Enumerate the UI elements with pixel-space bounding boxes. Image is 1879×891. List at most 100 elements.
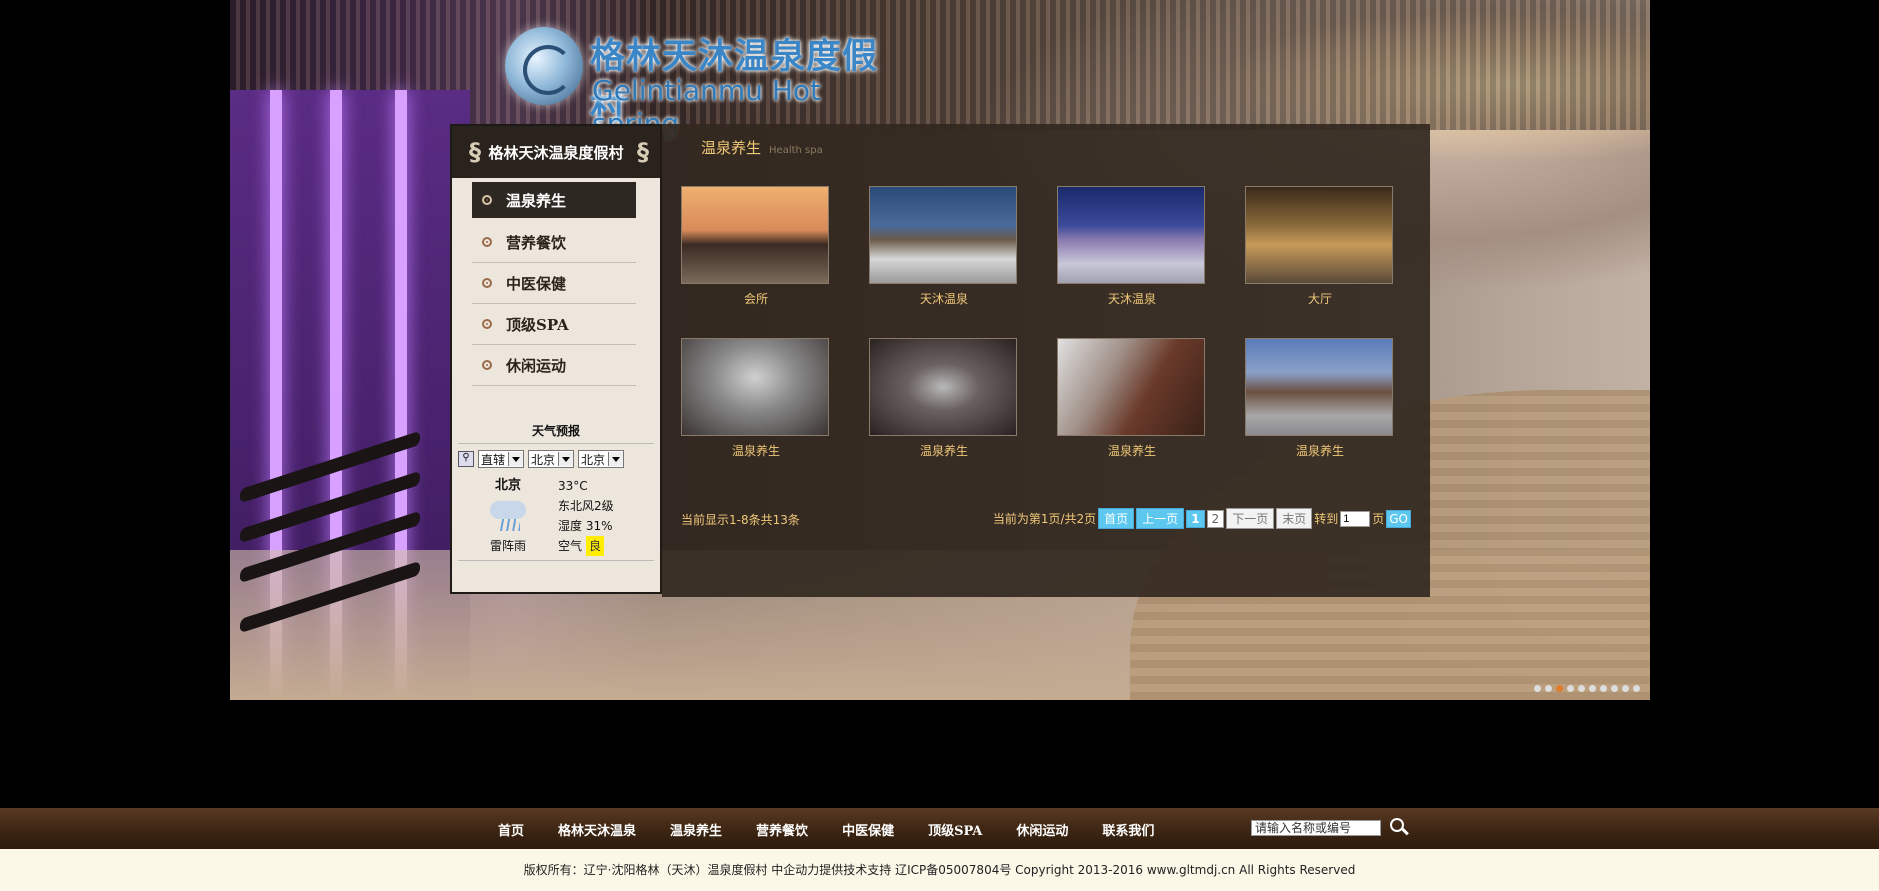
footer: 版权所有：辽宁·沈阳格林（天沐）温泉度假村 中企动力提供技术支持 辽ICP备05… [0,849,1879,891]
slider-dot[interactable] [1611,685,1618,692]
go-button[interactable]: GO [1386,509,1411,528]
ornament-icon: § [637,138,649,166]
nav-link-home[interactable]: 首页 [498,820,524,839]
weather-widget: 天气预报 ⚲ 直辖 北京 北京 北京 雷阵雨 33°C 东北风2级 湿度 31%… [458,422,654,561]
gallery-caption[interactable]: 大厅 [1245,290,1395,307]
air-quality-badge: 良 [586,536,605,556]
chevron-down-icon [608,452,624,466]
weather-air: 空气良 [558,536,614,556]
gallery-caption[interactable]: 温泉养生 [681,442,831,459]
gallery-caption[interactable]: 温泉养生 [869,442,1019,459]
next-page-button[interactable]: 下一页 [1226,508,1275,529]
slider-dot[interactable] [1578,685,1585,692]
content-subtitle: Health spa [769,145,823,156]
sidebar-item-leisure[interactable]: 休闲运动 [472,345,636,386]
slider-dot[interactable] [1545,685,1552,692]
pager-info: 当前显示1-8条共13条 [681,513,800,527]
bottom-navbar: 首页 格林天沐温泉 温泉养生 营养餐饮 中医保健 顶级SPA 休闲运动 联系我们… [0,808,1879,849]
sidebar: § 格林天沐温泉度假村 § 温泉养生 营养餐饮 中医保健 顶级SPA 休闲运动 … [450,124,662,594]
nav-link-leisure[interactable]: 休闲运动 [1016,820,1068,839]
gallery-thumbnail[interactable] [869,338,1017,436]
weather-title: 天气预报 [458,422,654,444]
search-icon[interactable]: ⚲ [458,451,474,467]
goto-label: 转到 [1314,512,1339,526]
gallery-thumbnail[interactable] [869,186,1017,284]
gallery-caption[interactable]: 温泉养生 [1057,442,1207,459]
nav-link-gelin[interactable]: 格林天沐温泉 [558,820,636,839]
sidebar-item-label: 休闲运动 [506,356,567,375]
weather-humidity: 湿度 31% [558,519,613,533]
weather-wind: 东北风2级 [558,499,614,513]
sidebar-item-hot-spring[interactable]: 温泉养生 [472,182,636,218]
slider-dots[interactable] [1534,685,1640,692]
sidebar-item-label: 顶级SPA [506,315,569,334]
weather-body: 北京 雷阵雨 33°C 东北风2级 湿度 31% 空气良 [458,474,654,561]
weather-left: 北京 雷阵雨 [458,474,558,556]
page-1-button[interactable]: 1 [1186,509,1205,528]
gallery-caption[interactable]: 天沐温泉 [869,290,1019,307]
weather-right: 33°C 东北风2级 湿度 31% 空气良 [558,474,614,556]
sidebar-item-spa[interactable]: 顶级SPA [472,304,636,345]
chevron-down-icon [558,452,574,466]
search-icon[interactable] [1390,818,1410,838]
nav-links: 首页 格林天沐温泉 温泉养生 营养餐饮 中医保健 顶级SPA 休闲运动 联系我们 [498,820,1188,839]
chevron-down-icon [508,452,524,466]
sidebar-item-tcm[interactable]: 中医保健 [472,263,636,304]
gallery-item[interactable]: 温泉养生 [1057,338,1207,459]
gallery-item[interactable]: 天沐温泉 [869,186,1019,307]
province-select[interactable]: 直辖 [478,450,525,468]
slider-dot[interactable] [1589,685,1596,692]
slider-dot[interactable] [1622,685,1629,692]
slider-dot[interactable] [1633,685,1640,692]
gallery-thumbnail[interactable] [1245,186,1393,284]
sidebar-item-label: 中医保健 [506,274,567,293]
weather-condition: 雷阵雨 [489,539,526,553]
gallery-item[interactable]: 大厅 [1245,186,1395,307]
site-logo[interactable]: 格林天沐温泉度假村 Gelintianmu Hot spring [505,22,885,140]
gallery-item[interactable]: 会所 [681,186,831,307]
nav-link-dining[interactable]: 营养餐饮 [756,820,808,839]
gallery-caption[interactable]: 温泉养生 [1245,442,1395,459]
bullet-icon [482,195,492,205]
thunderstorm-icon [486,497,530,533]
gallery-item[interactable]: 温泉养生 [1245,338,1395,459]
slider-dot[interactable] [1567,685,1574,692]
last-page-button[interactable]: 末页 [1276,508,1313,529]
search-input[interactable]: 请输入名称或编号 [1251,820,1381,836]
nav-link-tcm[interactable]: 中医保健 [842,820,894,839]
nav-link-hot-spring[interactable]: 温泉养生 [670,820,722,839]
pagination: 当前为第1页/共2页 首页 上一页 1 2 下一页 末页 转到 页 GO [993,508,1411,529]
bench [240,420,430,690]
weather-selects: ⚲ 直辖 北京 北京 [458,450,654,468]
gallery-item[interactable]: 温泉养生 [681,338,831,459]
city-select[interactable]: 北京 [528,450,575,468]
bullet-icon [482,278,492,288]
slider-dot[interactable] [1600,685,1607,692]
pager-current: 当前为第1页/共2页 [992,512,1097,526]
gallery-item[interactable]: 天沐温泉 [1057,186,1207,307]
slider-dot[interactable] [1534,685,1541,692]
sidebar-header: § 格林天沐温泉度假村 § [452,126,660,178]
nav-link-contact[interactable]: 联系我们 [1102,820,1154,839]
slider-dot-active[interactable] [1556,685,1563,692]
sidebar-menu: 温泉养生 营养餐饮 中医保健 顶级SPA 休闲运动 [472,182,636,386]
weather-temp: 33°C [558,479,588,493]
gallery-thumbnail[interactable] [1057,338,1205,436]
prev-page-button[interactable]: 上一页 [1136,508,1185,529]
gallery-item[interactable]: 温泉养生 [869,338,1019,459]
sidebar-title: 格林天沐温泉度假村 [488,143,624,162]
district-select[interactable]: 北京 [578,450,625,468]
sidebar-item-dining[interactable]: 营养餐饮 [472,222,636,263]
gallery-thumbnail[interactable] [681,338,829,436]
page-2-button[interactable]: 2 [1206,509,1225,528]
gallery-thumbnail[interactable] [681,186,829,284]
first-page-button[interactable]: 首页 [1098,508,1135,529]
goto-page-input[interactable] [1340,510,1371,527]
gallery-caption[interactable]: 天沐温泉 [1057,290,1207,307]
nav-link-spa[interactable]: 顶级SPA [928,820,982,839]
content-header: 温泉养生 Health spa [701,137,823,158]
gallery-thumbnail[interactable] [1057,186,1205,284]
gallery-caption[interactable]: 会所 [681,290,831,307]
gallery-thumbnail[interactable] [1245,338,1393,436]
logo-emblem-icon [505,27,583,105]
